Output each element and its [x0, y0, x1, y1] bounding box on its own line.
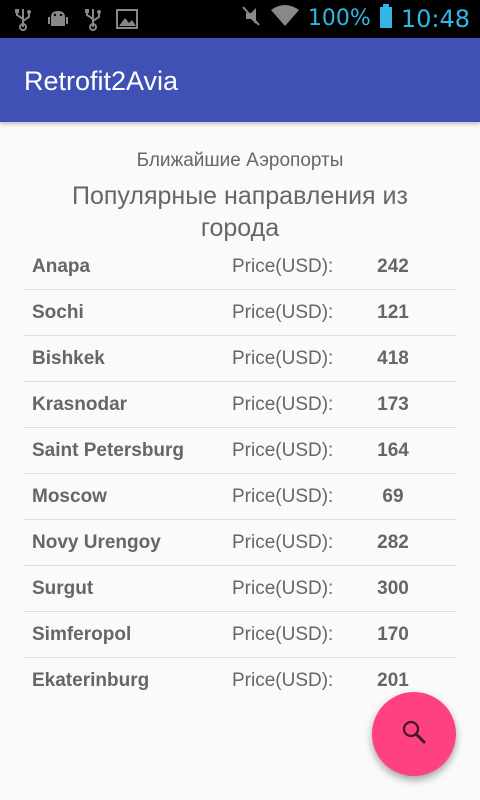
destination-city: Saint Petersburg [32, 440, 185, 461]
destination-city: Sochi [32, 302, 84, 323]
price-label: Price(USD): [232, 256, 334, 277]
price-label: Price(USD): [232, 670, 334, 691]
wifi-icon [270, 4, 300, 33]
list-item[interactable]: Bishkek Price(USD): 418 [24, 336, 456, 382]
nearest-airports-label: Ближайшие Аэропорты [136, 150, 344, 171]
battery-percent: 100% [307, 6, 371, 31]
destinations-list: Anapa Price(USD): 242 Sochi Price(USD): … [24, 244, 456, 704]
list-item[interactable]: Anapa Price(USD): 242 [24, 244, 456, 290]
list-item[interactable]: Novy Urengoy Price(USD): 282 [24, 520, 456, 566]
destination-price: 201 [377, 670, 409, 691]
destination-price: 242 [377, 256, 409, 277]
status-bar: 100% 10:48 [0, 0, 480, 38]
image-icon [116, 9, 138, 34]
app-title: Retrofit2Avia [24, 66, 179, 96]
destination-price: 282 [377, 532, 409, 553]
destination-price: 164 [377, 440, 409, 461]
price-label: Price(USD): [232, 532, 334, 553]
app-bar: Retrofit2Avia [0, 38, 480, 122]
destination-city: Moscow [32, 486, 107, 507]
price-label: Price(USD): [232, 302, 334, 323]
destination-city: Ekaterinburg [32, 670, 150, 691]
destination-city: Krasnodar [32, 394, 128, 415]
list-item[interactable]: Krasnodar Price(USD): 173 [24, 382, 456, 428]
destination-city: Novy Urengoy [32, 532, 161, 553]
search-fab-button[interactable] [372, 692, 456, 776]
price-label: Price(USD): [232, 348, 334, 369]
list-item[interactable]: Saint Petersburg Price(USD): 164 [24, 428, 456, 474]
clock: 10:48 [400, 4, 470, 33]
destination-price: 173 [377, 394, 409, 415]
android-debug-icon [46, 7, 70, 36]
price-label: Price(USD): [232, 486, 334, 507]
list-item[interactable]: Ekaterinburg Price(USD): 201 [24, 658, 456, 704]
popular-destinations-heading: Популярные направления из города [72, 182, 408, 242]
list-item[interactable]: Moscow Price(USD): 69 [24, 474, 456, 520]
destination-city: Bishkek [32, 348, 105, 369]
search-icon [399, 717, 429, 752]
battery-icon [379, 3, 393, 34]
destination-price: 121 [377, 302, 409, 323]
price-label: Price(USD): [232, 394, 334, 415]
usb-icon [84, 7, 102, 36]
list-item[interactable]: Sochi Price(USD): 121 [24, 290, 456, 336]
mute-icon [240, 3, 262, 34]
destination-city: Anapa [32, 256, 91, 277]
price-label: Price(USD): [232, 624, 334, 645]
destination-city: Surgut [32, 578, 94, 599]
destination-price: 170 [377, 624, 409, 645]
destination-price: 300 [377, 578, 409, 599]
price-label: Price(USD): [232, 578, 334, 599]
destination-price: 69 [382, 486, 404, 507]
list-item[interactable]: Simferopol Price(USD): 170 [24, 612, 456, 658]
destination-price: 418 [377, 348, 409, 369]
destination-city: Simferopol [32, 624, 132, 645]
list-item[interactable]: Surgut Price(USD): 300 [24, 566, 456, 612]
usb-icon [14, 7, 32, 36]
price-label: Price(USD): [232, 440, 334, 461]
